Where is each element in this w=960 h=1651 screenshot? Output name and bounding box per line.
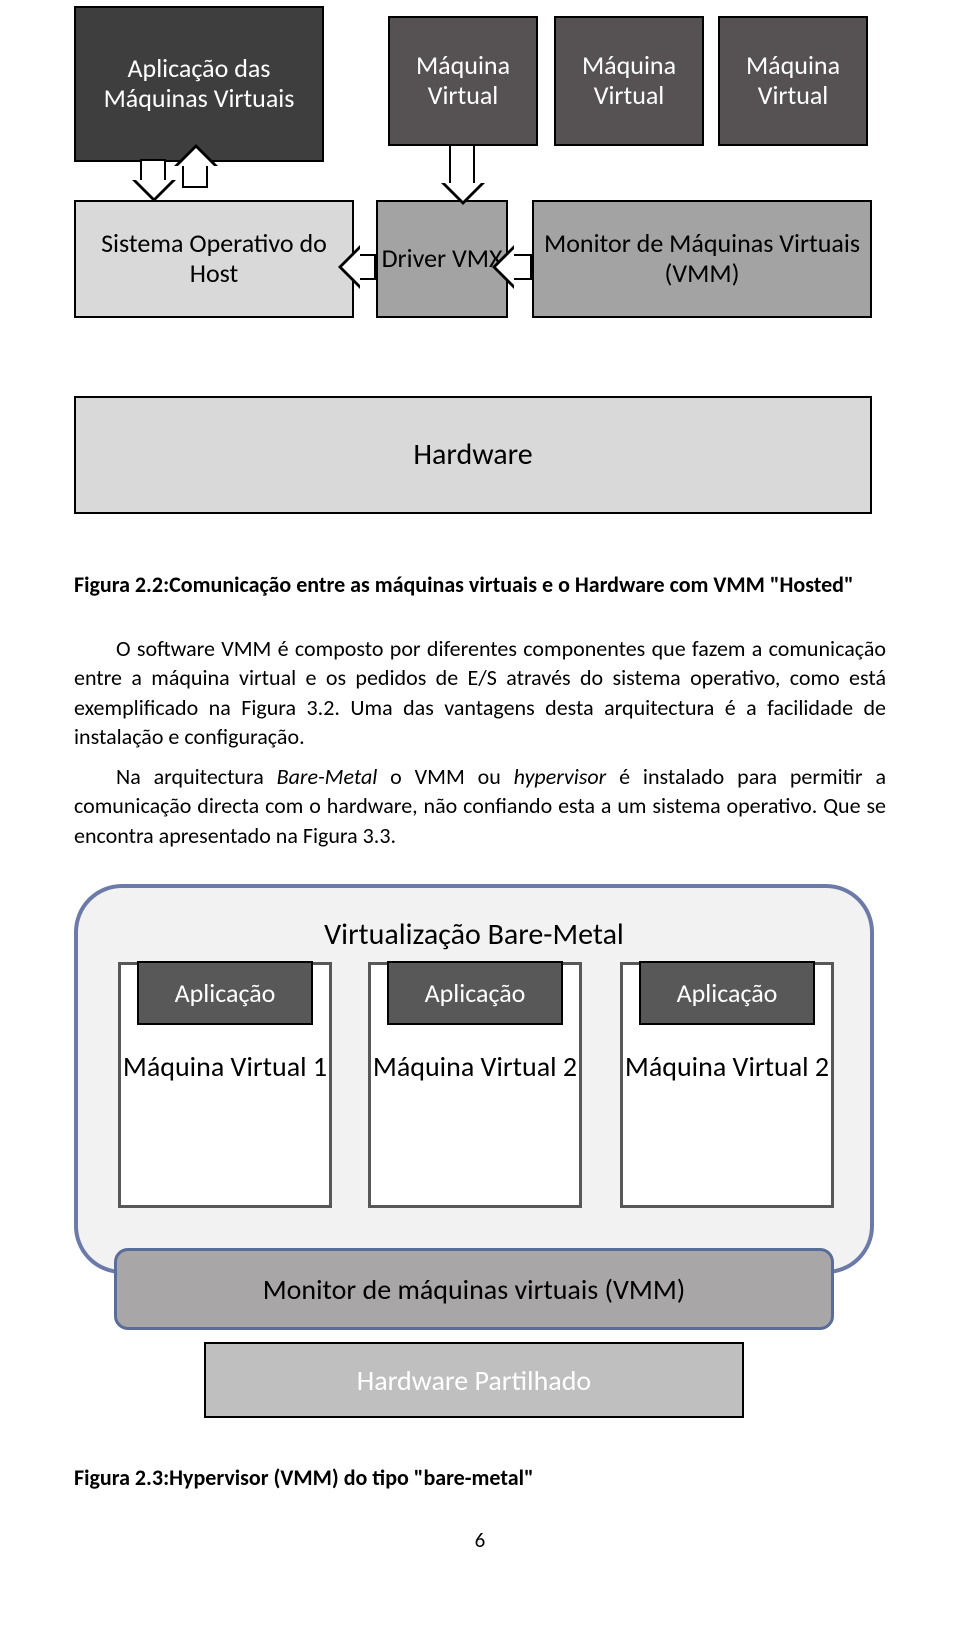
paragraph-1: O software VMM é composto por diferentes…: [74, 634, 886, 752]
label-app-vm: Aplicação das Máquinas Virtuais: [76, 54, 322, 114]
box-host-os: Sistema Operativo do Host: [74, 200, 354, 318]
arrow-driver-to-host-head: [338, 245, 360, 289]
box-hardware: Hardware: [74, 396, 872, 514]
box-app-vm: Aplicação das Máquinas Virtuais: [74, 6, 324, 162]
vmm-bar: Monitor de máquinas virtuais (VMM): [114, 1248, 834, 1330]
label-vm-3: Máquina Virtual: [720, 51, 866, 111]
outer-rounded-container: Virtualização Bare-Metal Aplicação Máqui…: [74, 884, 874, 1274]
app-label-1: Aplicação: [137, 961, 313, 1025]
label-host-os: Sistema Operativo do Host: [76, 229, 352, 289]
paragraph-2-italic-1: Bare-Metal: [277, 763, 378, 790]
figure-2-2: Aplicação das Máquinas Virtuais Máquina …: [74, 6, 886, 571]
label-vmm: Monitor de Máquinas Virtuais (VMM): [534, 229, 870, 289]
arrow-driver-to-host-shaft: [358, 254, 376, 280]
caption-figure-2-2: Figura 2.2:Comunicação entre as máquinas…: [74, 571, 886, 598]
paragraph-2-part-c: o VMM ou: [377, 763, 513, 790]
vm-name-3: Máquina Virtual 2: [623, 1049, 831, 1084]
hardware-partilhado-label: Hardware Partilhado: [357, 1363, 591, 1398]
arrow-host-to-app-shaft: [182, 166, 208, 188]
box-vmm: Monitor de Máquinas Virtuais (VMM): [532, 200, 872, 318]
arrow-host-to-app-head: [174, 144, 218, 166]
vm-box-2: Aplicação Máquina Virtual 2: [368, 962, 582, 1208]
caption-figure-2-3: Figura 2.3:Hypervisor (VMM) do tipo "bar…: [74, 1464, 886, 1491]
label-vm-1: Máquina Virtual: [390, 51, 536, 111]
bare-metal-title: Virtualização Bare-Metal: [78, 916, 870, 953]
paragraph-2-part-a: Na arquitectura: [116, 763, 277, 790]
vm-name-1: Máquina Virtual 1: [121, 1049, 329, 1084]
label-hardware: Hardware: [413, 438, 532, 473]
box-vm-3: Máquina Virtual: [718, 16, 868, 146]
label-vm-2: Máquina Virtual: [556, 51, 702, 111]
paragraph-2-italic-2: hypervisor: [514, 763, 607, 790]
box-vm-1: Máquina Virtual: [388, 16, 538, 146]
vmm-bar-label: Monitor de máquinas virtuais (VMM): [263, 1272, 686, 1307]
app-label-2: Aplicação: [387, 961, 563, 1025]
hardware-partilhado: Hardware Partilhado: [204, 1342, 744, 1418]
arrow-vm1-to-vmm-head: [441, 183, 485, 205]
arrow-app-to-host-shaft: [140, 159, 166, 181]
label-driver-vmx: Driver VMX: [382, 244, 503, 274]
box-driver-vmx: Driver VMX: [376, 200, 508, 318]
arrow-app-to-host-head: [132, 180, 176, 202]
arrow-vm1-to-vmm-shaft: [449, 144, 475, 184]
page-number: 6: [74, 1527, 886, 1553]
arrow-vmm-to-driver-head: [492, 245, 514, 289]
paragraph-2: Na arquitectura Bare-Metal o VMM ou hype…: [74, 762, 886, 850]
vm-name-2: Máquina Virtual 2: [371, 1049, 579, 1084]
figure-2-3: Virtualização Bare-Metal Aplicação Máqui…: [74, 882, 874, 1442]
box-vm-2: Máquina Virtual: [554, 16, 704, 146]
vm-box-3: Aplicação Máquina Virtual 2: [620, 962, 834, 1208]
vm-box-1: Aplicação Máquina Virtual 1: [118, 962, 332, 1208]
app-label-3: Aplicação: [639, 961, 815, 1025]
